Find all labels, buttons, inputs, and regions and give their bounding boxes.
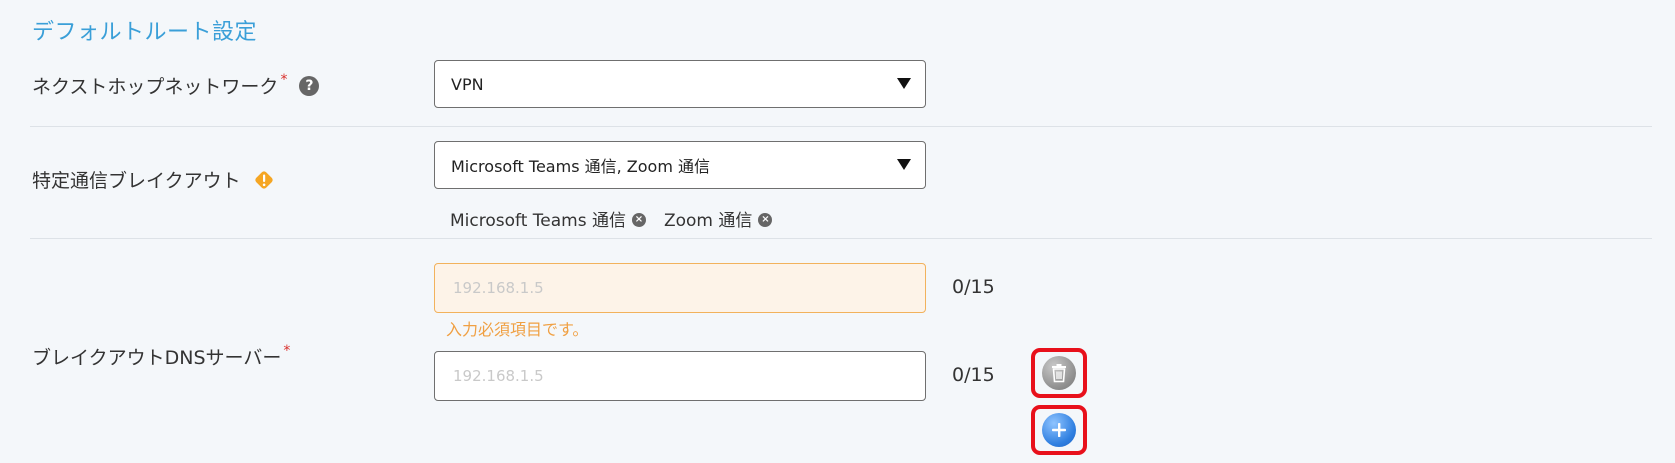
dns-input-2-placeholder: 192.168.1.5: [453, 367, 544, 385]
dns-input-2[interactable]: 192.168.1.5: [434, 351, 926, 401]
char-counter: 0/15: [952, 276, 995, 298]
dns-label: ブレイクアウトDNSサーバー *: [32, 343, 290, 370]
add-button-frame: [1031, 405, 1087, 455]
chevron-down-icon: [897, 159, 911, 170]
breakout-label-text: 特定通信ブレイクアウト: [32, 170, 241, 192]
plus-circle-icon: [1052, 423, 1066, 437]
breakout-select[interactable]: Microsoft Teams 通信, Zoom 通信: [434, 141, 926, 189]
dns-input-1[interactable]: 192.168.1.5: [434, 263, 926, 313]
delete-button-frame: [1031, 348, 1087, 398]
chevron-down-icon: [897, 78, 911, 89]
warning-diamond-icon[interactable]: [253, 169, 275, 191]
char-counter: 0/15: [952, 364, 995, 386]
add-button[interactable]: [1042, 413, 1076, 447]
dns-label-text: ブレイクアウトDNSサーバー: [32, 347, 282, 369]
required-mark: *: [283, 342, 291, 359]
close-circle-icon[interactable]: ×: [758, 212, 773, 227]
next-hop-selected-value: VPN: [451, 74, 484, 94]
question-circle-icon[interactable]: ?: [299, 75, 320, 96]
dns-input-1-placeholder: 192.168.1.5: [453, 279, 544, 297]
section-title: デフォルトルート設定: [32, 20, 258, 45]
next-hop-label: ネクストホップネットワーク * ?: [32, 71, 320, 99]
tag-teams: Microsoft Teams 通信 ×: [450, 206, 646, 231]
breakout-tags: Microsoft Teams 通信 × Zoom 通信 ×: [450, 206, 773, 231]
breakout-selected-value: Microsoft Teams 通信, Zoom 通信: [451, 157, 710, 176]
tag-zoom: Zoom 通信 ×: [663, 206, 773, 231]
breakout-label: 特定通信ブレイクアウト: [32, 166, 275, 193]
divider: [30, 126, 1652, 127]
delete-button[interactable]: [1042, 356, 1076, 390]
tag-label: Microsoft Teams 通信: [450, 211, 626, 231]
error-message: 入力必須項目です。: [446, 320, 589, 339]
divider: [30, 238, 1652, 239]
tag-label: Zoom 通信: [663, 211, 753, 231]
close-circle-icon[interactable]: ×: [631, 212, 646, 227]
required-mark: *: [280, 71, 288, 88]
trash-icon: [1052, 364, 1066, 383]
next-hop-label-text: ネクストホップネットワーク: [32, 76, 279, 98]
next-hop-select[interactable]: VPN: [434, 60, 926, 108]
